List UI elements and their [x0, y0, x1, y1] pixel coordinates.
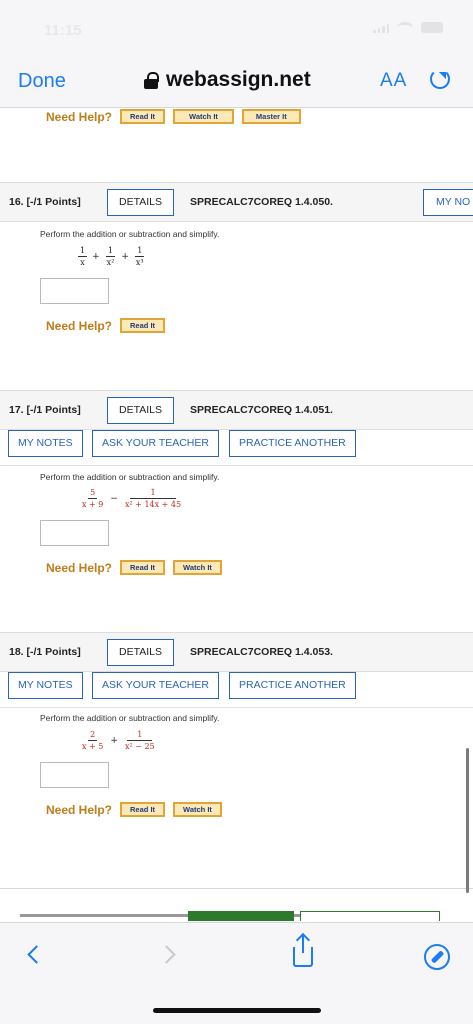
question-prompt: Perform the addition or subtraction and … — [40, 713, 220, 723]
question-prompt: Perform the addition or subtraction and … — [40, 229, 220, 239]
need-help-row: Need Help? Read It Watch It — [46, 802, 222, 817]
question-prompt: Perform the addition or subtraction and … — [40, 472, 220, 482]
reload-icon[interactable] — [430, 69, 450, 89]
my-notes-button[interactable]: MY NO — [423, 189, 473, 216]
forward-icon[interactable] — [157, 945, 176, 964]
watch-it-button[interactable]: Watch It — [173, 109, 234, 124]
done-button[interactable]: Done — [18, 70, 66, 93]
my-notes-button[interactable]: MY NOTES — [8, 430, 83, 457]
fraction: 5x + 9 — [82, 488, 104, 509]
watch-it-button[interactable]: Watch It — [173, 560, 222, 575]
status-time: 11:15 — [44, 22, 82, 39]
master-it-button[interactable]: Master It — [241, 109, 301, 124]
fraction: 1 x³ — [135, 246, 145, 267]
text-size-button[interactable]: AA — [380, 70, 407, 92]
my-notes-button[interactable]: MY NOTES — [8, 672, 83, 699]
page-content: Need Help? Read It Watch It Master It 16… — [0, 108, 473, 908]
practice-another-button[interactable]: PRACTICE ANOTHER — [229, 672, 356, 699]
math-expression: 5x + 9 − 1 x² + 14x + 45 — [82, 488, 182, 509]
math-expression: 2x + 5 + 1 x² − 25 — [82, 730, 155, 751]
details-button[interactable]: DETAILS — [107, 397, 174, 424]
fraction: 1 x² + 14x + 45 — [124, 488, 182, 509]
share-icon[interactable] — [293, 935, 313, 967]
browser-top-bar: 11:15 Done webassign.net AA — [0, 0, 473, 108]
question-code: SPRECALC7COREQ 1.4.051. — [190, 404, 333, 416]
back-icon[interactable] — [27, 945, 46, 964]
address-bar[interactable]: webassign.net — [144, 68, 311, 92]
read-it-button[interactable]: Read It — [120, 318, 166, 333]
fraction: 1x — [78, 246, 88, 267]
ask-your-teacher-button[interactable]: ASK YOUR TEACHER — [92, 672, 219, 699]
fraction: 2x + 5 — [82, 730, 104, 751]
compass-icon[interactable] — [424, 944, 450, 970]
status-icons — [373, 22, 443, 33]
progress-box — [300, 911, 440, 921]
need-help-row: Need Help? Read It — [46, 318, 166, 333]
question-code: SPRECALC7COREQ 1.4.050. — [190, 196, 333, 208]
need-help-label: Need Help? — [46, 802, 113, 817]
divider — [0, 888, 473, 889]
need-help-label: Need Help? — [46, 109, 113, 124]
need-help-row: Need Help? Read It Watch It — [46, 560, 222, 575]
practice-another-button[interactable]: PRACTICE ANOTHER — [229, 430, 356, 457]
ask-your-teacher-button[interactable]: ASK YOUR TEACHER — [92, 430, 219, 457]
battery-icon — [421, 22, 443, 33]
question-16-header: 16. [-/1 Points] DETAILS SPRECALC7COREQ … — [0, 182, 473, 222]
question-actions: MY NOTES ASK YOUR TEACHER PRACTICE ANOTH… — [0, 422, 473, 466]
wifi-icon — [397, 22, 413, 33]
lock-icon — [144, 72, 159, 89]
math-expression: 1x + 1 x² + 1 x³ — [78, 246, 145, 267]
read-it-button[interactable]: Read It — [120, 109, 166, 124]
scrollbar[interactable] — [466, 748, 469, 893]
read-it-button[interactable]: Read It — [120, 560, 166, 575]
answer-input[interactable] — [40, 278, 109, 304]
question-number: 18. [-/1 Points] — [9, 646, 81, 658]
details-button[interactable]: DETAILS — [107, 189, 174, 216]
home-indicator — [153, 1008, 321, 1013]
browser-bottom-bar — [0, 922, 473, 1024]
question-actions: MY NOTES ASK YOUR TEACHER PRACTICE ANOTH… — [0, 664, 473, 708]
watch-it-button[interactable]: Watch It — [173, 802, 222, 817]
need-help-label: Need Help? — [46, 318, 113, 333]
details-button[interactable]: DETAILS — [107, 639, 174, 666]
question-number: 17. [-/1 Points] — [9, 404, 81, 416]
fraction: 1 x² — [105, 246, 116, 267]
progress-fill — [188, 911, 294, 921]
answer-input[interactable] — [40, 520, 109, 546]
fraction: 1 x² − 25 — [124, 730, 155, 751]
question-code: SPRECALC7COREQ 1.4.053. — [190, 646, 333, 658]
need-help-row: Need Help? Read It Watch It Master It — [46, 109, 301, 124]
signal-icon — [373, 23, 389, 33]
answer-input[interactable] — [40, 762, 109, 788]
question-number: 16. [-/1 Points] — [9, 196, 81, 208]
read-it-button[interactable]: Read It — [120, 802, 166, 817]
url-text: webassign.net — [166, 68, 311, 91]
need-help-label: Need Help? — [46, 560, 113, 575]
